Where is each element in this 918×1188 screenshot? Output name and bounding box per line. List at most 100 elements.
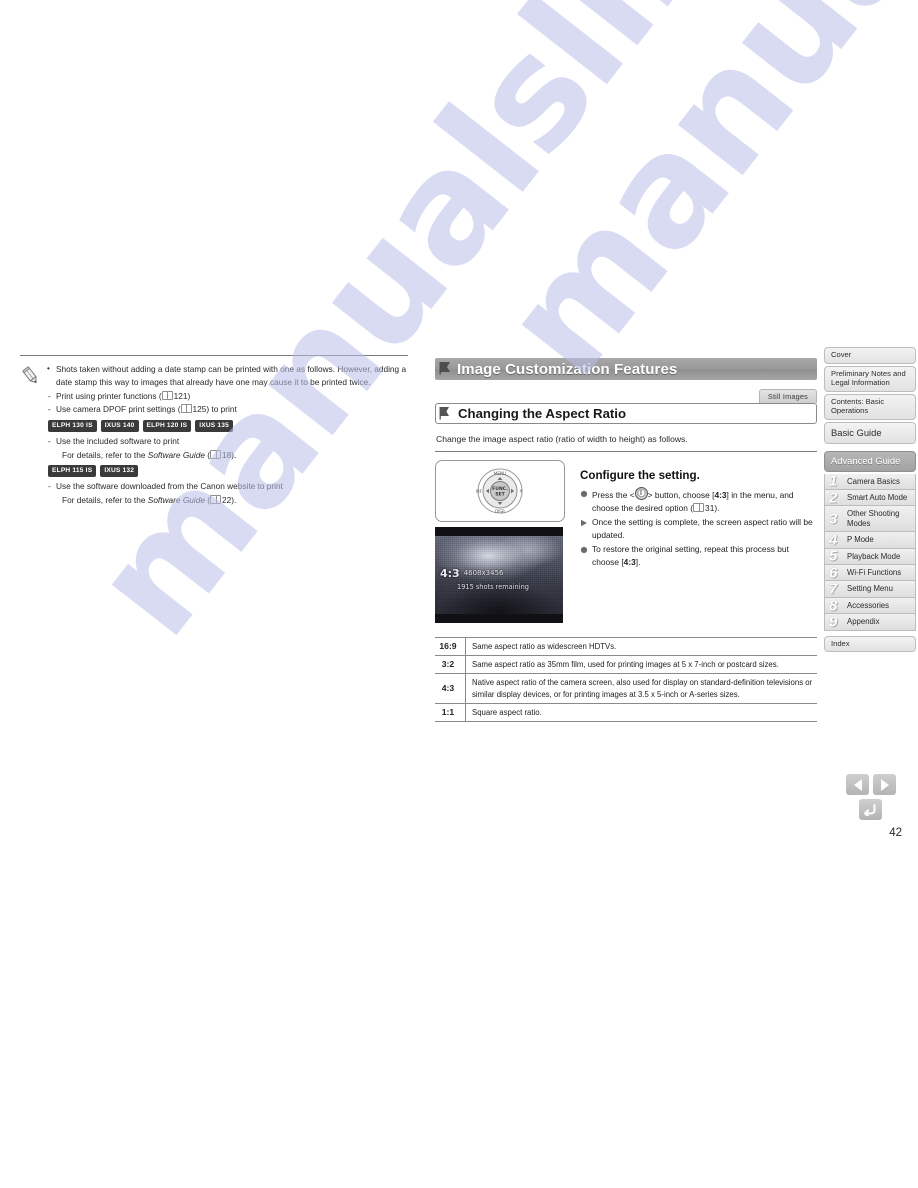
detail-pre: For details, refer to the (62, 449, 148, 460)
lead-paragraph: Change the image aspect ratio (ratio of … (436, 434, 688, 444)
still-images-tab-row: Still Images (435, 389, 817, 403)
step-item-press-func: Press the < > button, choose [4:3] in the… (580, 487, 817, 514)
ratio-key: 1:1 (435, 703, 466, 722)
step-text-post: ]. (635, 556, 641, 567)
sidebar-chapter-setting-menu[interactable]: 7 Setting Menu (824, 580, 916, 598)
step-value-ratio: 4:3 (623, 556, 636, 567)
sidebar-item-basic-guide[interactable]: Basic Guide (824, 421, 916, 444)
page-ref-icon (161, 390, 173, 400)
svg-text:SET: SET (495, 492, 505, 498)
step-title: Configure the setting. (580, 469, 700, 482)
detail-ref: 18 (222, 449, 232, 460)
model-badge: ELPH 115 IS (48, 464, 97, 478)
svg-text:FUNC.: FUNC. (492, 486, 508, 492)
chapter-number: 4 (829, 531, 838, 549)
svg-text:MF: MF (476, 489, 483, 494)
note-subitem-printer: Print using printer functions (121) (46, 390, 408, 404)
chapter-number: 3 (829, 510, 838, 528)
sidebar-chapter-accessories[interactable]: 8 Accessories (824, 597, 916, 615)
section-heading-title: Image Customization Features (457, 360, 678, 378)
sidebar-chapter-other-shooting-modes[interactable]: 3 Other Shooting Modes (824, 506, 916, 533)
chapter-label: Other Shooting Modes (847, 509, 900, 528)
chapter-label: Accessories (847, 600, 890, 610)
note-bullet: Shots taken without adding a date stamp … (46, 362, 408, 390)
chapter-number: 6 (829, 564, 838, 582)
step-section: FUNC. SET MENU DISP. MF ⚡ 4:3 4608x3456 … (435, 460, 817, 623)
note-subitem-printer-tail: ) (187, 390, 191, 401)
chapter-number: 5 (829, 547, 838, 565)
chapter-label: P Mode (847, 535, 874, 545)
sidebar-item-preliminary-notes[interactable]: Preliminary Notes and Legal Information (824, 365, 916, 392)
step-text-mid: > button, choose [ (647, 490, 715, 500)
table-row: 16:9 Same aspect ratio as widescreen HDT… (435, 637, 817, 656)
ratio-key: 16:9 (435, 637, 466, 656)
note-subitem-dpof-tail: ) to print (206, 404, 237, 415)
arrow-triangle-icon (580, 518, 588, 527)
chapter-label: Wi-Fi Functions (847, 568, 902, 577)
aspect-ratio-table: 16:9 Same aspect ratio as widescreen HDT… (435, 637, 817, 722)
sidebar-chapter-camera-basics[interactable]: 1 Camera Basics (824, 472, 916, 490)
navigation-sidebar: Cover Preliminary Notes and Legal Inform… (824, 347, 916, 654)
detail-tail: ). (231, 449, 237, 460)
model-badge: IXUS 132 (100, 464, 139, 478)
next-page-button[interactable] (873, 774, 896, 795)
table-row: 4:3 Native aspect ratio of the camera sc… (435, 673, 817, 704)
sidebar-item-contents[interactable]: Contents: Basic Operations (824, 393, 916, 420)
ratio-description: Native aspect ratio of the camera screen… (472, 678, 813, 699)
chapter-number: 2 (829, 489, 838, 507)
chapter-number: 7 (829, 580, 838, 598)
chevron-left-icon (853, 778, 862, 791)
back-button[interactable] (859, 799, 882, 820)
sidebar-chapter-playback-mode[interactable]: 5 Playback Mode (824, 547, 916, 565)
model-badge: IXUS 135 (195, 419, 234, 433)
step-value-ratio: 4:3 (714, 490, 727, 500)
screen-osd-resolution: 4608x3456 (463, 569, 504, 577)
sidebar-chapter-smart-auto-mode[interactable]: 2 Smart Auto Mode (824, 489, 916, 507)
model-badge: ELPH 120 IS (142, 419, 192, 433)
detail-pre: For details, refer to the (62, 494, 148, 505)
sidebar-chapter-p-mode[interactable]: 4 P Mode (824, 531, 916, 549)
step-item-restore: To restore the original setting, repeat … (580, 543, 817, 568)
figure-column: FUNC. SET MENU DISP. MF ⚡ 4:3 4608x3456 … (435, 460, 567, 623)
sidebar-item-advanced-guide[interactable]: Advanced Guide (824, 450, 916, 472)
chapter-label: Appendix (847, 617, 880, 627)
note-detail-software-guide-22: For details, refer to the Software Guide… (46, 494, 408, 507)
page-number: 42 (889, 827, 902, 839)
page-ref-icon (693, 502, 705, 512)
note-detail-software-guide-18: For details, refer to the Software Guide… (46, 449, 408, 462)
ratio-description: Same aspect ratio as widescreen HDTVs. (472, 642, 617, 651)
page-ref-icon (210, 494, 222, 504)
screen-osd-ratio: 4:3 (440, 567, 460, 580)
step-text-tail: ). (714, 502, 720, 513)
chapter-label: Camera Basics (847, 476, 900, 486)
left-note-column: Shots taken without adding a date stamp … (20, 355, 408, 507)
page-nav-arrows (846, 774, 910, 795)
previous-page-button[interactable] (846, 774, 869, 795)
bullet-dot-icon (580, 489, 588, 498)
sidebar-chapter-wifi-functions[interactable]: 6 Wi-Fi Functions (824, 564, 916, 582)
note-subitem-dpof-text: Use camera DPOF print settings ( (56, 404, 181, 415)
note-subitem-included-software: Use the included software to print (46, 435, 408, 449)
model-badge: IXUS 140 (100, 419, 139, 433)
control-dial-figure: FUNC. SET MENU DISP. MF ⚡ (435, 460, 565, 522)
camera-screen-figure: 4:3 4608x3456 1915 shots remaining (435, 527, 563, 623)
page-ref-icon (210, 449, 222, 459)
bullet-dot-icon (580, 545, 588, 554)
chapter-label: Smart Auto Mode (847, 492, 908, 502)
screen-letterbox-top (435, 527, 563, 536)
func-set-button-icon (634, 487, 648, 500)
note-subitem-printer-text: Print using printer functions ( (56, 390, 162, 401)
step-item-result: Once the setting is complete, the screen… (580, 516, 817, 541)
sidebar-chapter-appendix[interactable]: 9 Appendix (824, 614, 916, 631)
model-badge-row-2: ELPH 115 IS IXUS 132 (46, 464, 408, 478)
sidebar-item-index[interactable]: Index (824, 635, 916, 653)
subsection-heading-bar: Changing the Aspect Ratio (435, 403, 817, 424)
model-badge: ELPH 130 IS (48, 419, 97, 433)
chapter-number: 1 (829, 472, 838, 490)
back-arrow-icon (863, 804, 876, 816)
svg-text:MENU: MENU (494, 471, 506, 476)
sidebar-item-cover[interactable]: Cover (824, 347, 916, 364)
page-navigation: 42 (846, 774, 910, 839)
lead-divider (435, 451, 817, 452)
screen-letterbox-bottom (435, 614, 563, 623)
